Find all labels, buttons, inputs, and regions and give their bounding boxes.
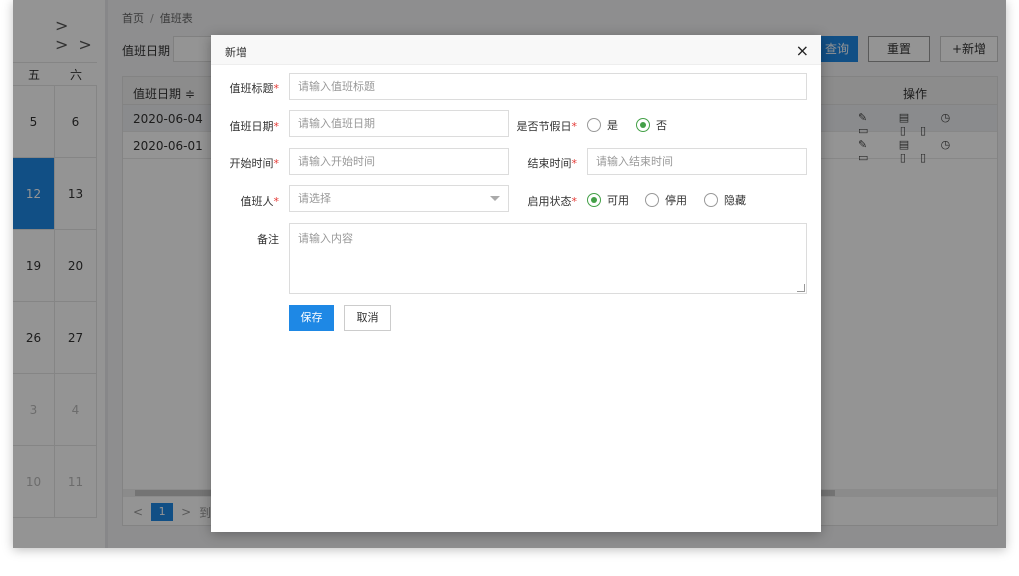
radio-label: 是 (607, 119, 618, 132)
holiday-label: 是否节假日* (511, 118, 578, 134)
resize-handle-icon[interactable] (797, 284, 805, 292)
radio-label: 可用 (607, 194, 629, 207)
required-mark: * (273, 82, 280, 95)
person-label-text: 值班人 (240, 195, 274, 208)
radio-circle-checked[interactable] (587, 193, 601, 207)
end-time-input[interactable]: 请输入结束时间 (587, 148, 807, 175)
select-placeholder: 请选择 (298, 192, 331, 205)
radio-label: 隐藏 (724, 194, 746, 207)
required-mark: * (571, 157, 578, 170)
date-label-text: 值班日期 (229, 120, 274, 133)
dialog-header: 新增 × (211, 35, 821, 65)
holiday-yes-radio[interactable]: 是 (587, 117, 618, 133)
radio-circle[interactable] (587, 118, 601, 132)
person-label: 值班人* (221, 193, 280, 209)
start-label-text: 开始时间 (229, 157, 274, 170)
date-label: 值班日期* (221, 118, 280, 134)
required-mark: * (571, 195, 578, 208)
remark-label: 备注 (257, 233, 279, 246)
radio-label: 否 (656, 119, 667, 132)
textarea-placeholder: 请输入内容 (298, 232, 353, 245)
radio-circle[interactable] (645, 193, 659, 207)
required-mark: * (273, 195, 280, 208)
title-input[interactable]: 请输入值班标题 (289, 73, 807, 100)
radio-circle-checked[interactable] (636, 118, 650, 132)
holiday-label-text: 是否节假日 (516, 120, 572, 133)
add-dialog: 新增 × 值班标题* 请输入值班标题 值班日期* 请输入值班日期 是否节假日* … (211, 35, 821, 532)
required-mark: * (273, 120, 280, 133)
start-time-input[interactable]: 请输入开始时间 (289, 148, 509, 175)
status-off-radio[interactable]: 停用 (645, 192, 687, 208)
end-label-text: 结束时间 (527, 157, 572, 170)
holiday-no-radio[interactable]: 否 (636, 117, 667, 133)
date-input[interactable]: 请输入值班日期 (289, 110, 509, 137)
required-mark: * (571, 120, 578, 133)
chevron-down-icon[interactable] (490, 196, 500, 201)
start-time-label: 开始时间* (221, 155, 280, 171)
status-label-text: 启用状态 (527, 195, 572, 208)
status-label: 启用状态* (511, 193, 578, 209)
close-icon[interactable]: × (796, 41, 809, 60)
remark-textarea[interactable]: 请输入内容 (289, 223, 807, 294)
radio-circle[interactable] (704, 193, 718, 207)
required-mark: * (273, 157, 280, 170)
radio-label: 停用 (665, 194, 687, 207)
save-button[interactable]: 保存 (289, 305, 334, 331)
title-label: 值班标题* (221, 80, 280, 96)
title-label-text: 值班标题 (229, 82, 274, 95)
status-hidden-radio[interactable]: 隐藏 (704, 192, 746, 208)
person-select[interactable]: 请选择 (289, 185, 509, 212)
end-time-label: 结束时间* (511, 155, 578, 171)
cancel-button[interactable]: 取消 (344, 305, 391, 331)
dialog-title: 新增 (225, 46, 247, 59)
status-on-radio[interactable]: 可用 (587, 192, 629, 208)
